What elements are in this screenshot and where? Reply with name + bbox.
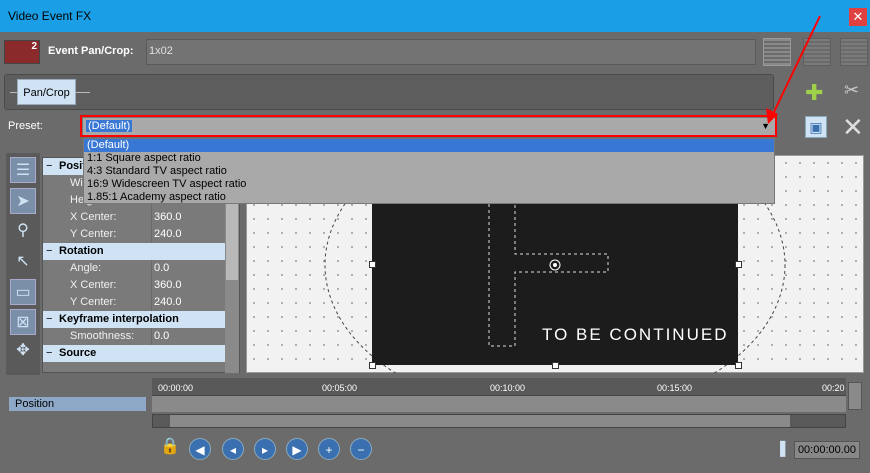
tick-label: 00:05:00 — [322, 383, 358, 393]
vertical-scrollbar[interactable] — [848, 382, 862, 410]
plugin-chain — [4, 74, 774, 110]
plugin-chip-pancrop[interactable]: Pan/Crop — [17, 79, 76, 105]
event-value: 1x02 — [149, 45, 173, 57]
section-source[interactable]: Source — [43, 345, 239, 362]
keyframe-track[interactable] — [152, 396, 846, 412]
prop-row[interactable]: Y Center: 240.0 — [43, 226, 239, 243]
cursor-position-icon: ❚ — [776, 440, 790, 457]
snap-to-grid-icon[interactable]: ▭ — [10, 279, 36, 305]
preset-option[interactable]: 4:3 Standard TV aspect ratio — [84, 165, 774, 178]
tick-label: 00:20 — [822, 383, 845, 393]
next-keyframe-button[interactable]: ▸ — [254, 438, 276, 460]
move-pointer-icon[interactable]: ↖ — [10, 249, 36, 275]
section-rotation[interactable]: Rotation — [43, 243, 239, 260]
remove-plugin-icon[interactable]: ✂ — [844, 80, 859, 101]
tick-label: 00:00:00 — [158, 383, 194, 393]
title-bar: Video Event FX ✕ — [0, 0, 870, 32]
event-badge: 2 — [31, 41, 37, 52]
event-thumbnail: 2 — [4, 40, 40, 64]
properties-tool-icon[interactable]: ☰ — [10, 157, 36, 183]
preset-option[interactable]: 1:1 Square aspect ratio — [84, 152, 774, 165]
first-keyframe-button[interactable]: ◀ — [189, 438, 211, 460]
right-handle[interactable] — [735, 261, 742, 268]
prop-row[interactable]: Angle: 0.0 — [43, 260, 239, 277]
preset-option[interactable]: (Default) — [84, 139, 774, 152]
prop-row[interactable]: X Center: 360.0 — [43, 209, 239, 226]
prop-row[interactable]: Y Center: 240.0 — [43, 294, 239, 311]
zoom-tool-icon[interactable]: ⚲ — [10, 218, 36, 244]
frame-caption: TO BE CONTINUED — [542, 325, 729, 344]
preset-dropdown-list: (Default) 1:1 Square aspect ratio 4:3 St… — [83, 138, 775, 204]
prev-keyframe-button[interactable]: ◂ — [222, 438, 244, 460]
tick-label: 00:15:00 — [657, 383, 693, 393]
highlight-box — [80, 115, 777, 137]
preset-option[interactable]: 16:9 Widescreen TV aspect ratio — [84, 178, 774, 191]
event-label: Event Pan/Crop: — [48, 45, 134, 57]
left-handle[interactable] — [369, 261, 376, 268]
window-title: Video Event FX — [8, 9, 92, 23]
move-freely-icon[interactable]: ✥ — [10, 338, 36, 364]
timeline-scroll-thumb[interactable] — [170, 415, 790, 427]
annotation-arrow — [766, 15, 821, 124]
last-keyframe-button[interactable]: ▶ — [286, 438, 308, 460]
add-keyframe-button[interactable]: + — [318, 438, 340, 460]
bottom-left-handle[interactable] — [369, 362, 376, 369]
preset-option[interactable]: 1.85:1 Academy aspect ratio — [84, 191, 774, 204]
bottom-handle[interactable] — [552, 362, 559, 369]
close-window-button[interactable]: ✕ — [849, 8, 867, 26]
lock-icon[interactable]: 🔒 — [160, 436, 180, 456]
delete-preset-icon[interactable]: ✕ — [842, 112, 864, 143]
pointer-tool-icon[interactable]: ➤ — [10, 188, 36, 214]
event-strip — [146, 39, 756, 65]
prop-row[interactable]: Smoothness: 0.0 — [43, 328, 239, 345]
prop-row[interactable]: X Center: 360.0 — [43, 277, 239, 294]
delete-keyframe-button[interactable]: − — [350, 438, 372, 460]
tick-label: 00:10:00 — [490, 383, 526, 393]
track-label-position[interactable]: Position — [9, 397, 146, 411]
timecode-display[interactable]: 00:00:00.00 — [794, 441, 860, 459]
preset-label: Preset: — [8, 120, 43, 132]
maintain-aspect-icon[interactable]: ⊠ — [10, 309, 36, 335]
layout-grid-button[interactable] — [840, 38, 868, 66]
bottom-right-handle[interactable] — [735, 362, 742, 369]
section-keyframe-interpolation[interactable]: Keyframe interpolation — [43, 311, 239, 328]
